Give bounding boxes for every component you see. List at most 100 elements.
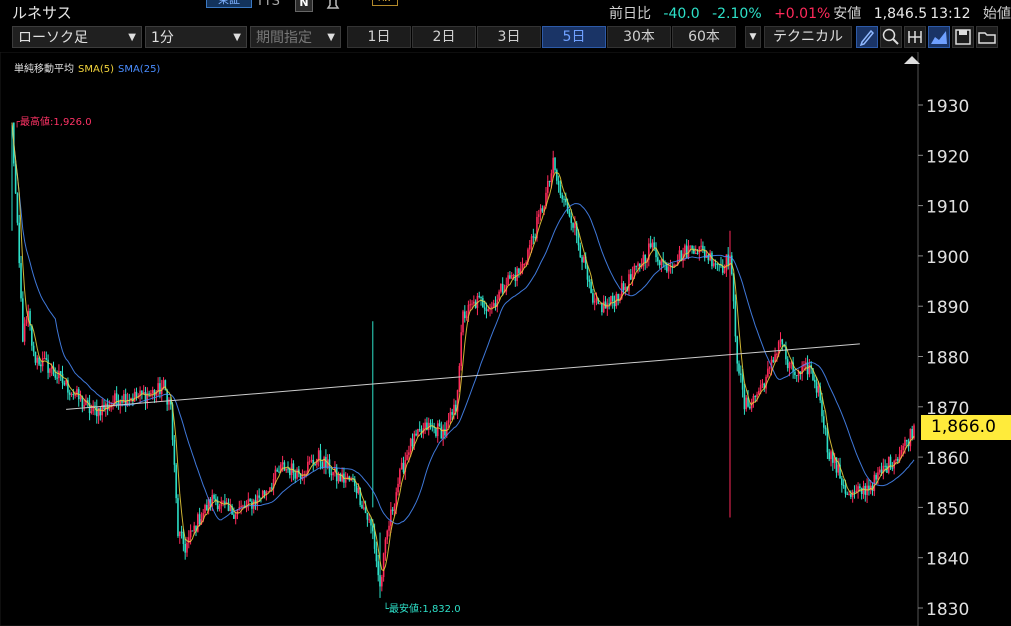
legend-sma5: SMA(5) (78, 64, 114, 75)
candle-body (175, 464, 177, 499)
candle-body (186, 542, 188, 553)
candle-body (314, 463, 316, 465)
range-5day-button[interactable]: 5日 (542, 26, 606, 48)
candle-body (501, 283, 504, 293)
candle-body (328, 459, 331, 474)
save-button[interactable] (952, 26, 974, 48)
candle-body (435, 427, 437, 437)
candle-body (734, 301, 737, 337)
candle-body (151, 390, 154, 394)
candle-body (409, 438, 412, 453)
candle-body (355, 485, 358, 494)
candle-body (415, 433, 417, 436)
candle-body (242, 505, 244, 507)
chart-type-select[interactable]: ローソク足 ▼ (12, 26, 142, 48)
candle-body (794, 371, 796, 376)
y-tick-label: 1880 (926, 349, 969, 369)
candle-body (554, 157, 556, 171)
quote-summary: 前日比 -40.0 -2.10% +0.01% 安値 1,846.5 13:12 始… (601, 3, 1011, 23)
candle-body (74, 394, 76, 396)
y-tick-label: 1840 (926, 550, 969, 570)
alert-bell-icon[interactable] (322, 0, 344, 10)
tag-badge: AW (372, 0, 398, 6)
candle-body (570, 216, 573, 223)
candle-body (660, 259, 663, 266)
candle-body (644, 254, 647, 263)
candle-body (99, 407, 102, 416)
open-folder-button[interactable] (976, 26, 998, 48)
candle-body (860, 488, 863, 494)
candle-body (408, 452, 410, 455)
range-1day-button[interactable]: 1日 (347, 26, 411, 48)
candle-body (844, 485, 847, 494)
more-ranges-button[interactable]: ▼ (745, 26, 761, 48)
candle-body (63, 382, 66, 385)
y-tick-label: 1910 (926, 198, 969, 218)
candle-body (857, 486, 859, 491)
technical-button[interactable]: テクニカル (764, 26, 852, 48)
candle-body (25, 319, 28, 324)
candle-body (572, 222, 574, 228)
candle-body (487, 309, 490, 311)
candle-body (95, 407, 98, 417)
range-3day-button[interactable]: 3日 (477, 26, 541, 48)
candle-body (776, 353, 778, 355)
candle-body (758, 390, 760, 395)
candle-body (177, 498, 179, 537)
candle-body (465, 315, 468, 319)
candle-body (43, 358, 46, 360)
period-select[interactable]: 期間指定 ▼ (250, 26, 341, 48)
candle-body (895, 458, 897, 461)
candle-body (563, 198, 565, 200)
candle-body (691, 245, 693, 249)
candle-body (658, 261, 661, 266)
time-value: 13:12 (930, 6, 971, 22)
chart-background (0, 52, 1011, 626)
range-30bars-button[interactable]: 30本 (607, 26, 671, 48)
output-button[interactable] (904, 26, 926, 48)
news-badge[interactable]: N (295, 0, 313, 12)
y-tick-label: 1860 (926, 449, 969, 469)
current-price-label: 1,866.0 (921, 415, 1011, 440)
y-tick-label: 1930 (926, 97, 969, 117)
zoom-button[interactable] (880, 26, 902, 48)
candle-body (296, 469, 298, 479)
candle-body (821, 400, 823, 417)
candle-body (635, 265, 637, 267)
price-chart[interactable]: 1830184018501860187018801890190019101920… (0, 52, 1011, 626)
candle-body (382, 553, 385, 578)
candle-body (362, 507, 365, 509)
candle-body (483, 307, 486, 310)
candle-body (574, 223, 576, 228)
candle-body (418, 429, 421, 431)
change-percent: -2.10% (712, 6, 762, 22)
candle-body (400, 462, 403, 470)
candle-body (741, 374, 744, 390)
candle-body (498, 291, 500, 300)
candle-body (552, 157, 554, 174)
candle-body (323, 456, 325, 468)
candle-body (162, 380, 165, 388)
candle-body (447, 419, 450, 423)
range-2day-button[interactable]: 2日 (412, 26, 476, 48)
candle-body (114, 393, 116, 404)
range-60bars-button[interactable]: 60本 (672, 26, 736, 48)
candle-body (310, 459, 313, 462)
candle-body (528, 244, 531, 250)
candle-body (689, 245, 692, 247)
chart-type-value: ローソク足 (18, 30, 88, 46)
draw-pen-button[interactable] (856, 26, 878, 48)
candle-body (781, 339, 784, 345)
candle-body (877, 472, 879, 480)
area-chart-button[interactable] (928, 26, 950, 48)
candle-body (148, 393, 150, 395)
candle-body (694, 252, 697, 254)
candle-body (657, 257, 659, 262)
candle-body (590, 281, 592, 294)
candle-body (557, 180, 560, 186)
pen-icon (859, 29, 875, 47)
candle-body (388, 525, 390, 531)
candle-body (622, 283, 625, 291)
interval-select[interactable]: 1分 ▼ (145, 26, 247, 48)
candle-body (548, 181, 551, 183)
